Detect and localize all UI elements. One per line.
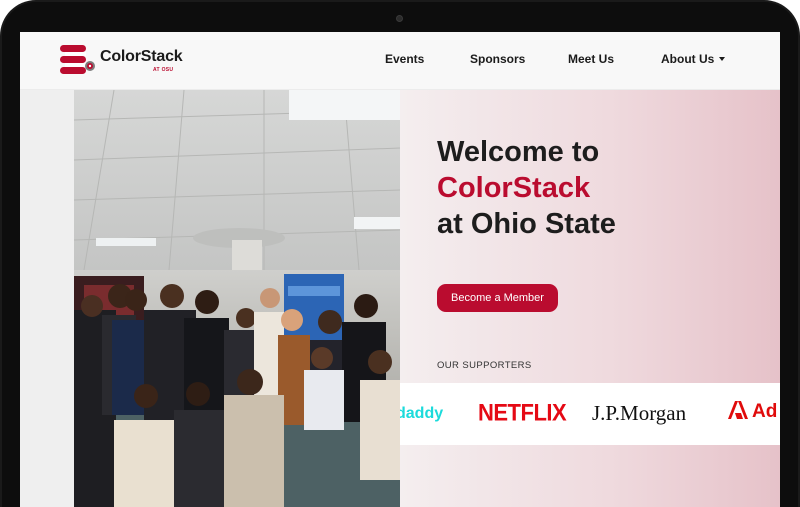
nav-sponsors[interactable]: Sponsors <box>470 52 525 66</box>
colorstack-logo-icon <box>60 45 95 74</box>
hero-section: Welcome to ColorStack at Ohio State Beco… <box>400 90 780 507</box>
hero-headline: Welcome to ColorStack at Ohio State <box>437 134 616 242</box>
camera-icon <box>396 15 403 22</box>
godaddy-logo: daddy <box>400 405 444 422</box>
logo-text: ColorStack <box>100 48 183 65</box>
supporters-heading: OUR SUPPORTERS <box>437 360 532 371</box>
logo-subtext: AT OSU <box>153 67 174 73</box>
headline-line-1: Welcome to <box>437 136 600 168</box>
adobe-icon <box>728 401 748 419</box>
caret-down-icon <box>719 57 726 61</box>
adobe-logo-text: Ad <box>752 401 778 422</box>
group-photo <box>74 90 400 507</box>
adobe-logo: Ad <box>728 401 777 423</box>
headline-line-3: at Ohio State <box>437 208 616 240</box>
group-photo-image <box>74 90 400 507</box>
left-margin <box>20 90 74 507</box>
browser-viewport: ColorStack AT OSU Events Sponsors Meet U… <box>20 32 780 507</box>
nav-about-us[interactable]: About Us <box>661 52 726 66</box>
nav-about-us-label: About Us <box>661 52 715 66</box>
become-member-button[interactable]: Become a Member <box>437 284 558 312</box>
navbar: ColorStack AT OSU Events Sponsors Meet U… <box>20 32 780 90</box>
colorstack-logo[interactable]: ColorStack AT OSU <box>60 44 200 76</box>
jpmorgan-logo: J.P.Morgan <box>592 401 687 425</box>
supporters-logo-strip: daddy NETFLIX J.P.Morgan Ad <box>400 383 780 445</box>
headline-brand: ColorStack <box>437 172 591 204</box>
nav-meet-us[interactable]: Meet Us <box>568 52 614 66</box>
netflix-logo: NETFLIX <box>478 398 567 427</box>
nav-events[interactable]: Events <box>385 52 424 66</box>
